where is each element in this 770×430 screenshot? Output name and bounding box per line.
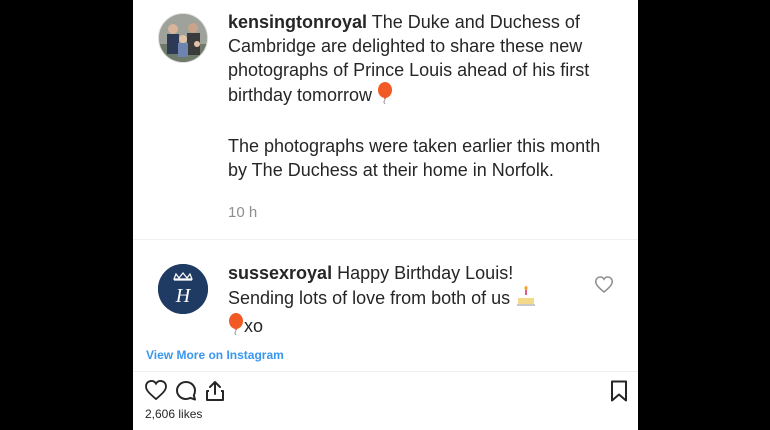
heart-icon[interactable] — [145, 379, 167, 405]
like-comment-heart-icon[interactable] — [594, 276, 614, 298]
caption-paragraph-1: kensingtonroyal The Duke and Duchess of … — [228, 10, 608, 110]
comment-text: xo — [244, 315, 264, 336]
kensingtonroyal-avatar[interactable] — [158, 13, 208, 63]
balloon-icon — [228, 313, 244, 341]
sussexroyal-avatar[interactable]: H — [158, 264, 208, 314]
caption-paragraph-2: The photographs were taken earlier this … — [228, 136, 601, 180]
divider — [133, 371, 638, 372]
birthday-cake-icon — [515, 285, 537, 313]
monogram-crest-icon: H — [158, 264, 208, 314]
comment-icon[interactable] — [175, 380, 197, 407]
family-photo-image — [159, 14, 207, 62]
post-timestamp[interactable]: 10 h — [228, 204, 257, 221]
kensingtonroyal-caption: kensingtonroyal The Duke and Duchess of … — [228, 10, 608, 182]
instagram-embed-card: kensingtonroyal The Duke and Duchess of … — [133, 0, 638, 430]
bookmark-icon[interactable] — [610, 380, 628, 407]
balloon-icon — [377, 82, 393, 110]
likes-count[interactable]: 2,606 likes — [145, 407, 202, 421]
username[interactable]: sussexroyal — [228, 263, 332, 283]
view-more-link[interactable]: View More on Instagram — [146, 348, 284, 362]
username[interactable]: kensingtonroyal — [228, 12, 367, 32]
divider — [133, 239, 638, 240]
svg-text:H: H — [175, 285, 192, 307]
share-icon[interactable] — [205, 380, 225, 407]
sussexroyal-comment: sussexroyal Happy Birthday Louis! Sendin… — [228, 261, 568, 341]
